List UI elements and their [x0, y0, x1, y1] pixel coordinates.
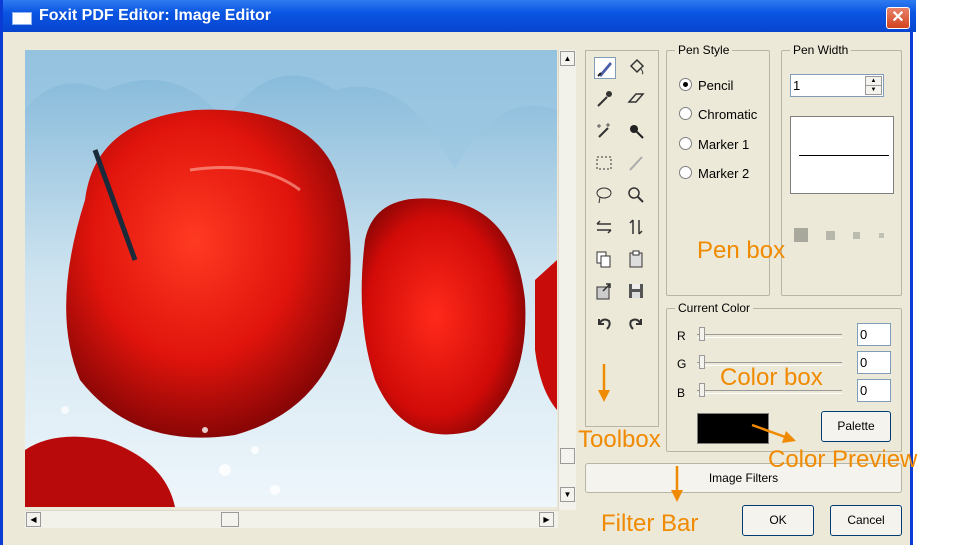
toolbox-arrow-head: [598, 390, 610, 402]
annotation-arrows: [598, 364, 796, 502]
color-preview-arrow: [751, 423, 789, 440]
color-preview-arrow-head: [782, 431, 796, 443]
filter-bar-arrow-head: [671, 490, 683, 502]
